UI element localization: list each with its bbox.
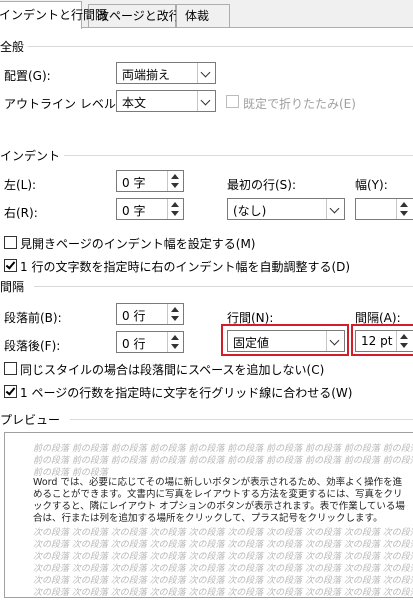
spin-arrows-icon[interactable] bbox=[167, 171, 183, 191]
preview-next-line: 次の段落 次の段落 次の段落 次の段落 次の段落 次の段落 次の段落 次の段落 … bbox=[33, 588, 413, 598]
preview-group-title: プレビュー bbox=[0, 411, 65, 428]
snap-to-grid-checkbox[interactable] bbox=[4, 385, 17, 398]
spin-arrows-icon[interactable] bbox=[167, 332, 183, 352]
outline-level-value: 本文 bbox=[122, 96, 147, 110]
chevron-down-icon bbox=[197, 91, 215, 111]
first-line-label: 最初の行(S): bbox=[227, 178, 297, 192]
line-spacing-highlight bbox=[221, 324, 349, 356]
spin-arrows-icon[interactable] bbox=[167, 304, 183, 324]
indent-group-title: インデント bbox=[0, 147, 65, 164]
no-space-same-style-checkbox[interactable] bbox=[4, 362, 17, 375]
space-after-value: 0 行 bbox=[122, 337, 146, 351]
indent-right-spinner[interactable]: 0 字 bbox=[116, 198, 184, 220]
indent-left-spinner[interactable]: 0 字 bbox=[116, 170, 184, 192]
auto-adjust-indent-checkbox[interactable] bbox=[4, 259, 17, 272]
snap-to-grid-label: 1 ページの行数を指定時に文字を行グリッド線に合わせる(W) bbox=[20, 386, 353, 400]
width-spinner[interactable] bbox=[355, 198, 413, 220]
alignment-label: 配置(G): bbox=[4, 69, 51, 83]
collapsed-default-checkbox[interactable] bbox=[226, 95, 239, 108]
spacing-at-highlight bbox=[351, 324, 413, 356]
indent-right-value: 0 字 bbox=[122, 204, 146, 218]
auto-adjust-indent-label: 1 行の文字数を指定時に右のインデント幅を自動調整する(D) bbox=[20, 260, 351, 274]
general-group-title: 全般 bbox=[0, 38, 29, 55]
preview-box: 前の段落 前の段落 前の段落 前の段落 前の段落 前の段落 前の段落 前の段落 … bbox=[4, 432, 413, 598]
tab-bar: インデントと行間隔 改ページと改行 体裁 bbox=[0, 0, 413, 29]
first-line-select[interactable]: (なし) bbox=[227, 198, 345, 220]
indent-left-label: 左(L): bbox=[4, 178, 37, 192]
space-before-label: 段落前(B): bbox=[4, 311, 62, 325]
preview-divider bbox=[70, 419, 413, 420]
no-space-same-style-label: 同じスタイルの場合は段落間にスペースを追加しない(C) bbox=[20, 363, 325, 377]
spacing-divider bbox=[34, 286, 413, 287]
alignment-value: 両端揃え bbox=[122, 68, 171, 82]
general-divider bbox=[14, 46, 413, 47]
preview-sample-text: Word では、必要に応じてその場に新しいボタンが表示されるため、効率よく操作を… bbox=[33, 477, 405, 524]
collapsed-default-label: 既定で折りたたみ(E) bbox=[243, 97, 356, 111]
first-line-value: (なし) bbox=[233, 204, 267, 218]
chevron-down-icon bbox=[326, 199, 344, 219]
space-after-label: 段落後(F): bbox=[4, 339, 61, 353]
indent-right-label: 右(R): bbox=[4, 206, 38, 220]
spin-arrows-icon[interactable] bbox=[396, 199, 412, 219]
indent-left-value: 0 字 bbox=[122, 176, 146, 190]
mirror-indents-checkbox[interactable] bbox=[4, 236, 17, 249]
chevron-down-icon bbox=[197, 63, 215, 83]
tab-asian-typography[interactable]: 体裁 bbox=[176, 4, 230, 27]
spacing-group-title: 間隔 bbox=[0, 278, 29, 295]
space-before-value: 0 行 bbox=[122, 309, 146, 323]
space-after-spinner[interactable]: 0 行 bbox=[116, 331, 184, 353]
width-label: 幅(Y): bbox=[355, 178, 388, 192]
outline-level-select[interactable]: 本文 bbox=[116, 90, 216, 112]
mirror-indents-label: 見開きページのインデント幅を設定する(M) bbox=[20, 237, 256, 251]
indent-divider bbox=[62, 155, 413, 156]
space-before-spinner[interactable]: 0 行 bbox=[116, 303, 184, 325]
spin-arrows-icon[interactable] bbox=[167, 199, 183, 219]
tab-indent-spacing[interactable]: インデントと行間隔 bbox=[0, 1, 107, 29]
alignment-select[interactable]: 両端揃え bbox=[116, 62, 216, 84]
